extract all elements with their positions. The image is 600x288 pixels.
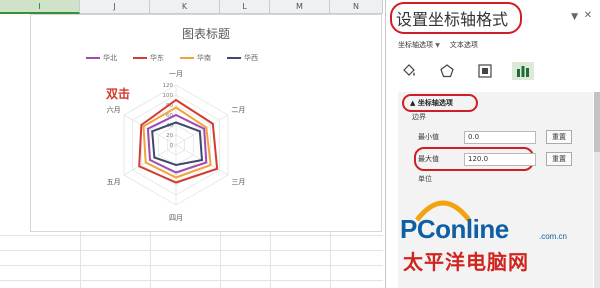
column-header-i[interactable]: I	[0, 0, 80, 14]
bar-chart-icon-graphic	[517, 66, 529, 77]
grid-line	[0, 280, 383, 281]
grid-line	[0, 250, 383, 251]
tab-axis-options[interactable]: 坐标轴选项 ▼	[398, 40, 440, 50]
pane-title: 设置坐标轴格式	[396, 10, 509, 29]
scrollbar-thumb[interactable]	[594, 92, 600, 152]
column-header-m[interactable]: M	[270, 0, 330, 14]
screenshot-root: I J K L M N 图表标题 华北 华东 华南 华西 双击 120 100 …	[0, 0, 600, 288]
column-header-j[interactable]: J	[80, 0, 150, 14]
radar-category-label: 二月	[231, 106, 245, 114]
section-title[interactable]: ▲ 坐标轴选项	[410, 98, 453, 108]
maximum-reset-button[interactable]: 重置	[546, 152, 572, 166]
fill-icon[interactable]	[398, 62, 420, 80]
minimum-reset-button[interactable]: 重置	[546, 130, 572, 144]
column-header-l[interactable]: L	[220, 0, 270, 14]
radar-category-label: 六月	[107, 105, 121, 114]
bounds-label: 边界	[412, 113, 426, 121]
column-header-k[interactable]: K	[150, 0, 220, 14]
minimum-input[interactable]: 0.0	[464, 130, 536, 144]
column-header-n[interactable]: N	[330, 0, 383, 14]
pane-tabs: 坐标轴选项 ▼ 文本选项	[398, 40, 478, 50]
close-icon[interactable]: ✕	[584, 10, 592, 21]
chart-area[interactable]: 图表标题 华北 华东 华南 华西 双击 120 100 80 60 40 20 …	[30, 14, 382, 232]
section-title-text: 坐标轴选项	[417, 99, 453, 107]
pconline-logo: PConline .com.cn 太平洋电脑网	[395, 188, 595, 288]
maximum-input[interactable]: 120.0	[464, 152, 536, 166]
radar-series-line[interactable]	[151, 121, 204, 167]
spreadsheet: I J K L M N 图表标题 华北 华东 华南 华西 双击 120 100 …	[0, 0, 383, 288]
logo-domain: .com.cn	[539, 232, 568, 241]
pentagon-icon-graphic	[440, 64, 454, 78]
radar-tick-label: 120	[163, 83, 174, 89]
bar-chart-icon[interactable]	[512, 62, 534, 80]
fill-icon-graphic	[403, 64, 415, 76]
radar-category-label: 三月	[231, 178, 245, 186]
radar-tick-label: 20	[166, 133, 173, 139]
radar-tick-label: 100	[163, 93, 174, 99]
size-icon-graphic	[478, 64, 492, 78]
units-label: 单位	[418, 175, 432, 183]
minimum-label: 最小值	[418, 133, 439, 141]
radar-tick-label: 0	[170, 143, 174, 149]
chevron-down-icon: ▼	[435, 42, 440, 49]
logo-wordmark: PConline	[400, 214, 509, 244]
logo-chinese-name: 太平洋电脑网	[403, 250, 529, 274]
chevron-down-icon[interactable]: ▼	[571, 12, 578, 22]
radar-category-label: 四月	[169, 214, 183, 222]
radar-category-label: 五月	[107, 178, 121, 186]
size-icon[interactable]	[474, 62, 496, 80]
tab-label: 坐标轴选项	[398, 41, 433, 49]
tab-text-options[interactable]: 文本选项	[450, 40, 478, 50]
grid-line	[0, 235, 383, 236]
radar-chart[interactable]: 120100806040200一月二月三月四月五月六月	[31, 15, 381, 231]
pentagon-icon[interactable]	[436, 62, 458, 80]
maximum-label: 最大值	[418, 155, 439, 163]
grid-line	[0, 265, 383, 266]
maximum-row: 最大值 120.0 重置	[418, 152, 572, 166]
format-icon-row	[398, 62, 534, 80]
minimum-row: 最小值 0.0 重置	[418, 130, 572, 144]
chevron-down-icon: ▲	[410, 99, 418, 107]
radar-category-label: 一月	[169, 70, 183, 78]
